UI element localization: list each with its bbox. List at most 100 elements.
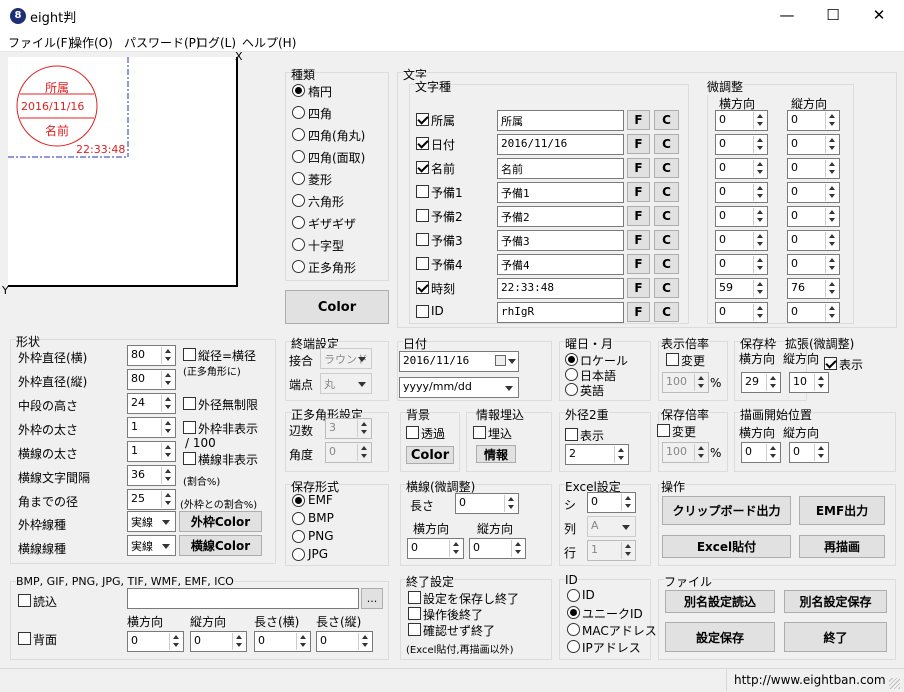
shape-type-radio[interactable] — [292, 238, 305, 251]
fine-h-spinner[interactable]: 0 — [715, 134, 768, 155]
weekday-radio[interactable] — [565, 368, 578, 381]
draw-start-v-spinner[interactable]: 0 — [789, 442, 829, 463]
shape-row-spinner[interactable]: 36 — [127, 465, 176, 486]
hide-line-checkbox[interactable] — [183, 452, 196, 465]
outer-type-select[interactable]: 実線 — [127, 511, 176, 532]
shape-row-spinner[interactable]: 24 — [127, 393, 176, 414]
text-row-checkbox[interactable] — [416, 233, 429, 246]
weekday-radio[interactable] — [565, 383, 578, 396]
image-path-input[interactable] — [127, 588, 359, 609]
exit-after-op-checkbox[interactable] — [408, 607, 421, 620]
save-ratio-spinner[interactable]: 100 — [662, 442, 709, 463]
draw-start-h-spinner[interactable]: 0 — [741, 442, 781, 463]
fine-v-spinner[interactable]: 0 — [787, 206, 840, 227]
line-color-button[interactable]: 横線Color — [179, 535, 262, 556]
fine-h-spinner[interactable]: 0 — [715, 254, 768, 275]
hline-len-spinner[interactable]: 0 — [455, 493, 519, 514]
id-radio[interactable] — [567, 606, 580, 619]
color-button[interactable]: Color — [285, 290, 389, 324]
font-button[interactable]: F — [627, 158, 650, 178]
save-frame-h-spinner[interactable]: 29 — [741, 372, 781, 393]
emf-output-button[interactable]: EMF出力 — [799, 496, 885, 525]
date-format-select[interactable]: yyyy/mm/dd — [399, 377, 519, 398]
shape-type-radio[interactable] — [292, 216, 305, 229]
fine-h-spinner[interactable]: 0 — [715, 158, 768, 179]
text-color-button[interactable]: C — [654, 302, 679, 322]
text-color-button[interactable]: C — [654, 158, 679, 178]
text-row-input[interactable]: 予備1 — [497, 182, 624, 203]
shape-row-spinner[interactable]: 1 — [127, 417, 176, 438]
fine-h-spinner[interactable]: 0 — [715, 206, 768, 227]
shape-type-radio[interactable] — [292, 106, 305, 119]
font-button[interactable]: F — [627, 110, 650, 130]
date-dropdown-icon[interactable] — [508, 359, 516, 368]
resize-grip-icon[interactable] — [889, 678, 900, 689]
shape-type-radio[interactable] — [292, 260, 305, 273]
display-ratio-spinner[interactable]: 100 — [662, 372, 709, 393]
fine-h-spinner[interactable]: 0 — [715, 230, 768, 251]
shape-row-spinner[interactable]: 25 — [127, 489, 176, 510]
fine-v-spinner[interactable]: 0 — [787, 182, 840, 203]
text-color-button[interactable]: C — [654, 254, 679, 274]
image-lh-spinner[interactable]: 0 — [254, 631, 311, 652]
info-button[interactable]: 情報 — [476, 445, 516, 463]
text-color-button[interactable]: C — [654, 110, 679, 130]
fine-h-spinner[interactable]: 59 — [715, 278, 768, 299]
font-button[interactable]: F — [627, 206, 650, 226]
shape-row-spinner[interactable]: 80 — [127, 369, 176, 390]
shape-type-radio[interactable] — [292, 172, 305, 185]
image-v-spinner[interactable]: 0 — [190, 631, 247, 652]
id-radio[interactable] — [567, 640, 580, 653]
minimize-button[interactable]: — — [764, 0, 810, 31]
id-radio[interactable] — [567, 589, 580, 602]
load-as-button[interactable]: 別名設定読込 — [665, 590, 775, 613]
menu-file[interactable]: ファイル(F) — [8, 34, 72, 51]
fine-h-spinner[interactable]: 0 — [715, 302, 768, 323]
fine-v-spinner[interactable]: 0 — [787, 158, 840, 179]
font-button[interactable]: F — [627, 134, 650, 154]
close-button[interactable]: ✕ — [856, 0, 902, 31]
redraw-button[interactable]: 再描画 — [799, 535, 885, 558]
text-row-input[interactable]: 予備2 — [497, 206, 624, 227]
outer-double-spinner[interactable]: 2 — [565, 444, 629, 465]
excel-sheet-spinner[interactable]: 0 — [587, 492, 636, 513]
image-read-checkbox[interactable] — [18, 594, 31, 607]
calendar-icon[interactable] — [495, 355, 506, 366]
excel-paste-button[interactable]: Excel貼付 — [662, 535, 791, 558]
browse-button[interactable]: ... — [361, 588, 383, 609]
shape-row-spinner[interactable]: 80 — [127, 345, 176, 366]
id-radio[interactable] — [567, 623, 580, 636]
unlimited-checkbox[interactable] — [183, 397, 196, 410]
font-button[interactable]: F — [627, 254, 650, 274]
outer-color-button[interactable]: 外枠Color — [179, 511, 262, 532]
save-settings-button[interactable]: 設定保存 — [665, 622, 775, 652]
text-row-input[interactable]: 所属 — [497, 110, 624, 131]
outer-double-checkbox[interactable] — [565, 428, 578, 441]
quit-button[interactable]: 終了 — [784, 622, 887, 652]
menu-help[interactable]: ヘルプ(H) — [242, 34, 296, 51]
fine-h-spinner[interactable]: 0 — [715, 110, 768, 131]
display-ratio-checkbox[interactable] — [666, 353, 679, 366]
weekday-radio[interactable] — [565, 353, 578, 366]
expand-show-checkbox[interactable] — [824, 357, 837, 370]
maximize-button[interactable]: ☐ — [810, 0, 856, 31]
text-color-button[interactable]: C — [654, 230, 679, 250]
save-as-button[interactable]: 別名設定保存 — [784, 590, 887, 613]
text-row-input[interactable]: 名前 — [497, 158, 624, 179]
excel-col-select[interactable]: A — [587, 516, 636, 537]
fine-v-spinner[interactable]: 0 — [787, 110, 840, 131]
shape-type-radio[interactable] — [292, 128, 305, 141]
polygon-sides-spinner[interactable]: 3 — [325, 418, 372, 439]
menu-password[interactable]: パスワード(P) — [124, 34, 201, 51]
exit-save-checkbox[interactable] — [408, 591, 421, 604]
text-color-button[interactable]: C — [654, 278, 679, 298]
fine-v-spinner[interactable]: 0 — [787, 134, 840, 155]
join-select[interactable]: ラウンド — [320, 348, 372, 369]
text-row-checkbox[interactable] — [416, 305, 429, 318]
fine-v-spinner[interactable]: 0 — [787, 254, 840, 275]
shape-type-radio[interactable] — [292, 194, 305, 207]
text-row-checkbox[interactable] — [416, 137, 429, 150]
text-row-checkbox[interactable] — [416, 161, 429, 174]
shape-type-radio[interactable] — [292, 150, 305, 163]
text-row-input[interactable]: rhIgR — [497, 302, 624, 323]
